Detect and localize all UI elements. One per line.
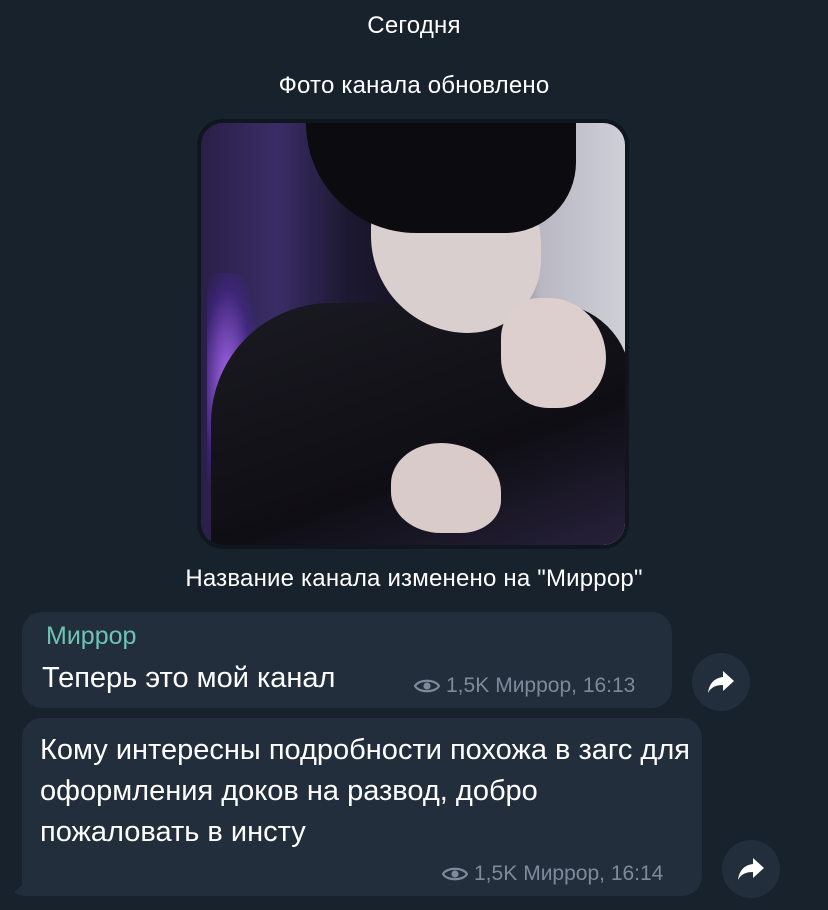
message-text: Кому интересны подробности похожа в загс… (40, 734, 690, 848)
views-count: 1,5K (446, 674, 490, 697)
date-separator: Сегодня (367, 12, 461, 39)
service-message-name-changed: Название канала изменено на "Миррор" (185, 565, 643, 592)
share-button[interactable] (722, 840, 780, 898)
eye-icon (414, 679, 440, 693)
share-arrow-icon (708, 671, 734, 693)
share-arrow-icon (738, 858, 764, 880)
message-bubble[interactable]: Миррор Теперь это мой канал 1,5K Миррор,… (22, 612, 672, 708)
message-author[interactable]: Миррор (46, 622, 136, 651)
message-meta: 1,5K Миррор, 16:14 (442, 862, 663, 886)
channel-photo-image[interactable] (201, 123, 625, 545)
signature-time: Миррор, 16:14 (523, 862, 664, 885)
share-button[interactable] (692, 653, 750, 711)
chat-history: Сегодня Фото канала обновлено Название к… (0, 0, 828, 910)
eye-icon (442, 867, 468, 881)
message-bubble[interactable]: Кому интересны подробности похожа в загс… (22, 718, 702, 896)
message-text: Теперь это мой канал (42, 662, 336, 694)
message-meta: 1,5K Миррор, 16:13 (414, 674, 635, 698)
service-message-photo-updated: Фото канала обновлено (278, 72, 550, 99)
views-count: 1,5K (474, 862, 518, 885)
signature-time: Миррор, 16:13 (495, 674, 636, 697)
photo-hair (306, 123, 576, 233)
channel-photo[interactable] (197, 119, 629, 549)
